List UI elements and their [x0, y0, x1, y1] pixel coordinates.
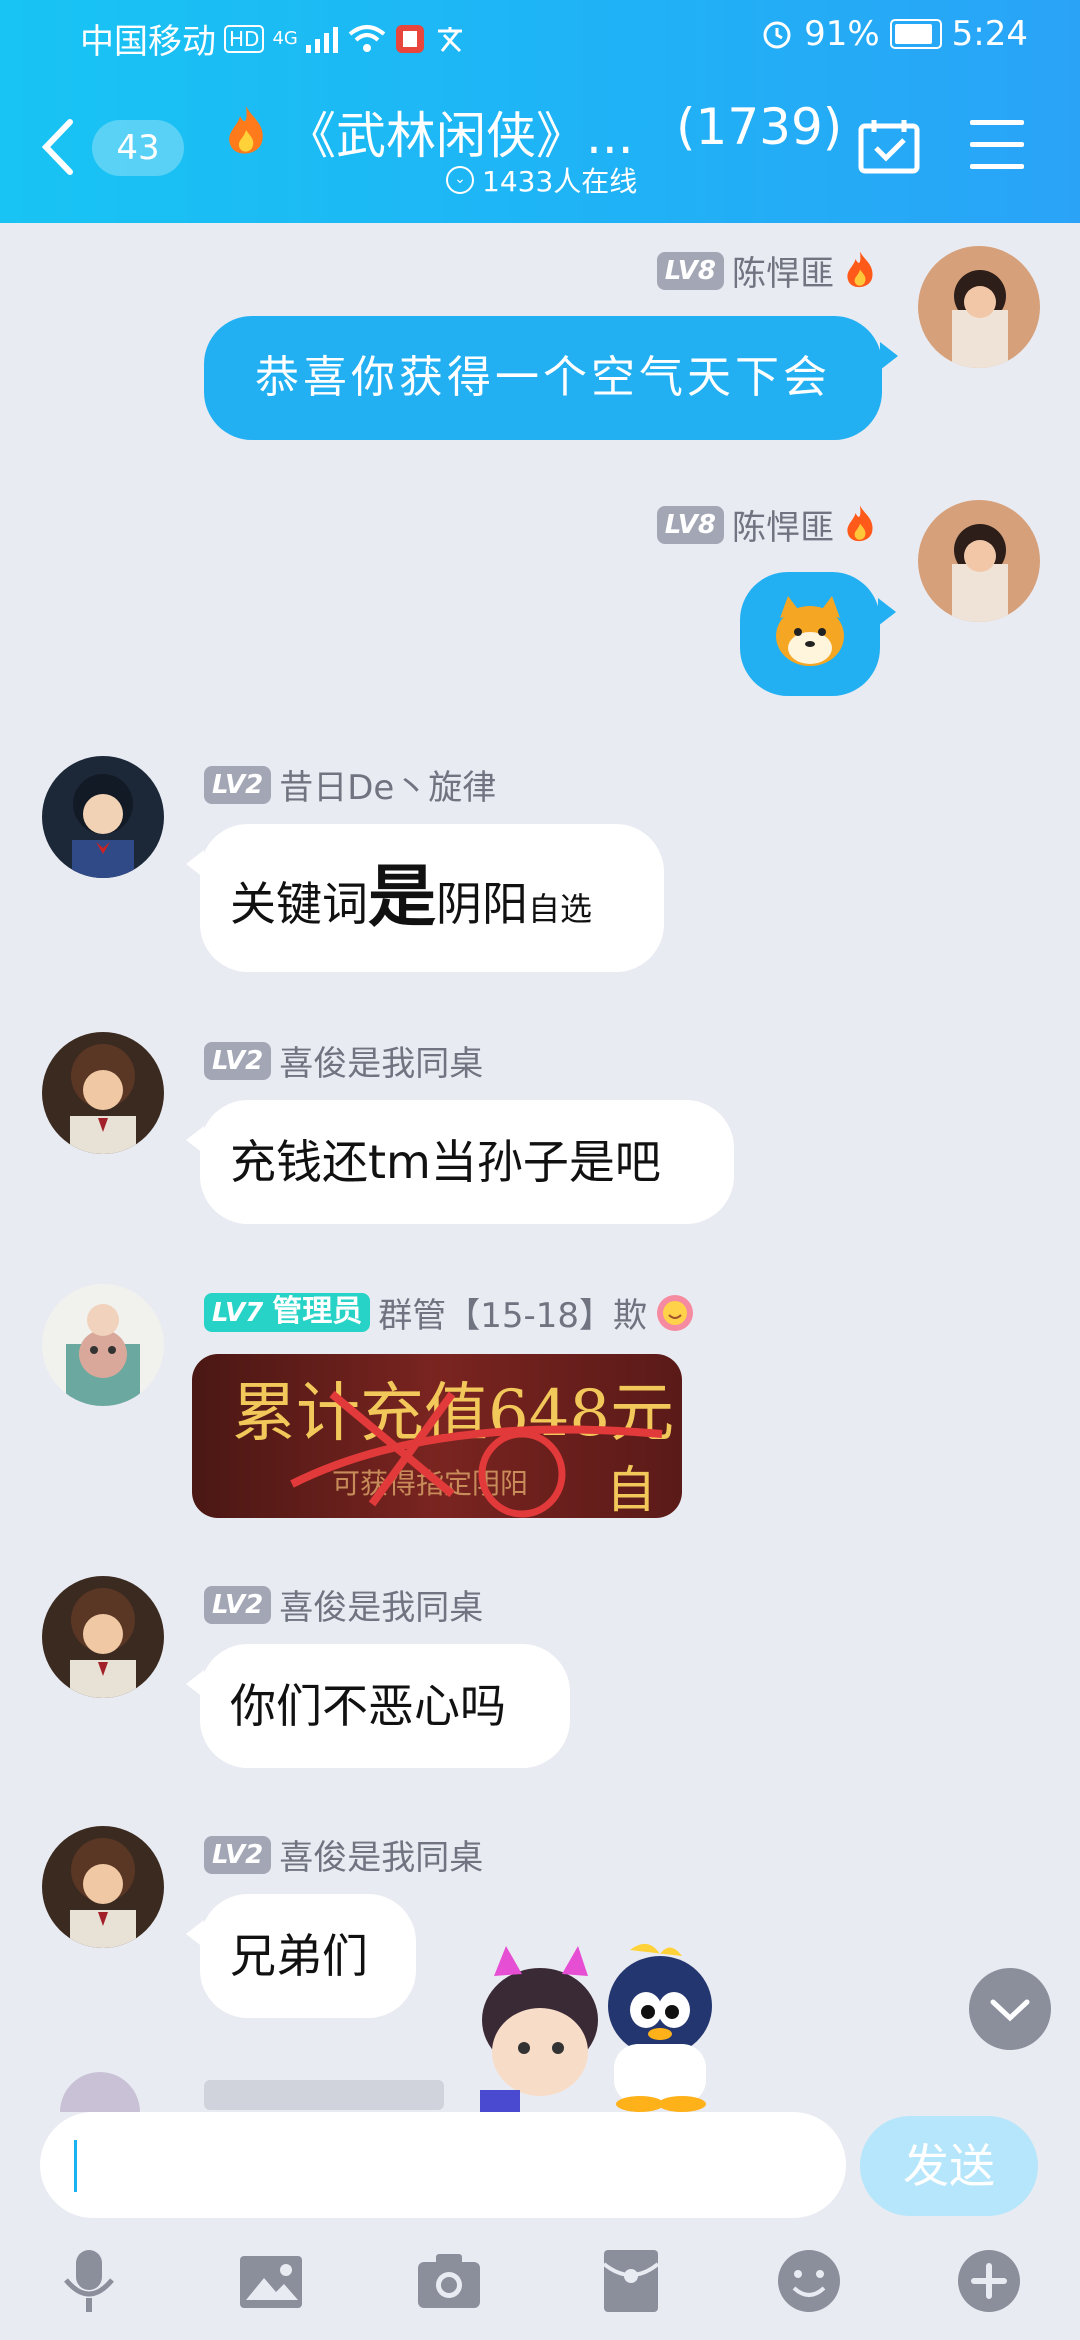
image-icon[interactable]	[236, 2246, 306, 2316]
network-label: 4G	[272, 28, 298, 49]
avatar-photo	[42, 1826, 164, 1948]
mic-icon[interactable]	[54, 2246, 124, 2316]
message-bubble[interactable]: 充钱还tm当孙子是吧	[186, 1100, 734, 1224]
avatar-photo	[42, 1032, 164, 1154]
message-meta: LV2 喜俊是我同桌	[204, 1580, 483, 1629]
chevron-down-icon	[990, 1999, 1030, 2022]
input-toolbar	[0, 2232, 1080, 2340]
alarm-icon	[763, 21, 791, 49]
image-message[interactable]: 累计充值648元 可获得指定阴阳 自选	[192, 1354, 682, 1518]
level-badge: LV2	[204, 765, 272, 804]
admin-role-label: 管理员	[272, 1294, 363, 1329]
level-badge: LV2	[204, 1041, 272, 1080]
group-name: 《武林闲侠》...	[286, 107, 634, 165]
avatar[interactable]	[42, 756, 164, 878]
shiba-sticker-icon	[776, 596, 844, 666]
battery-icon	[889, 19, 942, 49]
red-packet-icon[interactable]	[596, 2246, 666, 2316]
chevron-left-icon	[41, 119, 73, 175]
red-scribble-icon	[290, 1390, 663, 1518]
online-count[interactable]: ⌄ 1433人在线	[446, 160, 637, 200]
message-meta: LV2 昔日De丶旋律	[204, 760, 496, 809]
penguin-mascot-icon	[608, 1943, 712, 2112]
message-bubble[interactable]: 兄弟们	[186, 1894, 416, 2018]
avatar-partial	[60, 2072, 140, 2112]
avatar-photo	[918, 246, 1040, 368]
sticker-message[interactable]	[740, 572, 896, 696]
member-count[interactable]: (1739)	[676, 98, 842, 156]
sender-name[interactable]: 群管【15-18】欺	[378, 1288, 647, 1337]
battery-percent: 91%	[804, 14, 880, 54]
message-meta: LV2 喜俊是我同桌	[204, 1830, 483, 1879]
message-meta: LV8 陈悍匪	[656, 500, 878, 549]
fire-icon	[229, 106, 263, 154]
fire-icon	[847, 505, 873, 541]
clock: 5:24	[951, 14, 1028, 54]
level-badge: LV8	[656, 251, 724, 290]
top-bar: 中国移动 HD 4G 91% 5:24 43 《武林闲侠》... (1739) …	[0, 0, 1080, 223]
sender-name[interactable]: 昔日De丶旋律	[279, 760, 496, 809]
text-caret	[74, 2140, 77, 2192]
avatar-photo	[42, 756, 164, 878]
message-meta: LV8 陈悍匪	[656, 246, 878, 295]
calendar-checkin-icon[interactable]	[858, 118, 920, 174]
avatar[interactable]	[42, 1826, 164, 1948]
hd-badge: HD	[224, 24, 265, 53]
message-input[interactable]	[40, 2112, 846, 2218]
message-text-emphasis: 是	[368, 858, 437, 937]
message-text: 关键词	[230, 877, 368, 931]
status-bar-right: 91% 5:24	[760, 14, 1028, 54]
menu-icon[interactable]	[970, 120, 1024, 172]
message-bubble[interactable]: 你们不恶心吗	[186, 1644, 570, 1768]
carrier-label: 中国移动	[80, 22, 216, 62]
sender-name[interactable]: 喜俊是我同桌	[279, 1580, 483, 1629]
message-meta: LV2 喜俊是我同桌	[204, 1036, 483, 1085]
group-title[interactable]: 《武林闲侠》...	[222, 96, 634, 168]
meta-partial	[204, 2080, 444, 2110]
camera-icon[interactable]	[414, 2246, 484, 2316]
avatar-photo	[42, 1576, 164, 1698]
status-bar-left: 中国移动 HD 4G	[80, 14, 466, 63]
emoji-icon[interactable]	[774, 2246, 844, 2316]
avatar-photo	[918, 500, 1040, 622]
online-text: 1433人在线	[482, 165, 638, 198]
level-badge: LV2	[204, 1585, 272, 1624]
avatar[interactable]	[918, 246, 1040, 368]
message-bubble[interactable]: 关键词是阴阳自选	[186, 824, 664, 972]
message-meta: LV7 管理员 群管【15-18】欺	[204, 1288, 695, 1337]
avatar[interactable]	[42, 1284, 164, 1406]
scroll-to-bottom-button[interactable]	[969, 1968, 1051, 2050]
translate-icon	[437, 26, 462, 52]
avatar-photo	[42, 1284, 164, 1406]
avatar[interactable]	[42, 1576, 164, 1698]
level-text: LV7	[212, 1298, 264, 1328]
sender-name[interactable]: 陈悍匪	[732, 246, 834, 295]
sender-name[interactable]: 陈悍匪	[732, 500, 834, 549]
level-badge: LV2	[204, 1835, 272, 1874]
send-button[interactable]: 发送	[860, 2116, 1038, 2216]
book-app-icon	[395, 24, 424, 53]
unread-count-badge[interactable]: 43	[92, 120, 184, 176]
message-text-small: 自选	[528, 890, 593, 928]
chevron-down-icon: ⌄	[446, 166, 474, 194]
sender-name[interactable]: 喜俊是我同桌	[279, 1036, 483, 1085]
message-text: 阴阳	[436, 877, 529, 931]
wifi-icon	[348, 24, 386, 52]
plus-icon[interactable]	[954, 2246, 1024, 2316]
flower-emoji-icon	[657, 1294, 694, 1331]
sender-name[interactable]: 喜俊是我同桌	[279, 1830, 483, 1879]
fire-icon	[847, 251, 873, 287]
message-bubble[interactable]: 恭喜你获得一个空气天下会	[204, 316, 898, 440]
avatar[interactable]	[42, 1032, 164, 1154]
back-button[interactable]	[40, 118, 76, 186]
level-badge: LV8	[656, 505, 724, 544]
level-badge: LV7 管理员	[204, 1293, 371, 1332]
avatar[interactable]	[918, 500, 1040, 622]
signal-icon	[305, 26, 338, 53]
